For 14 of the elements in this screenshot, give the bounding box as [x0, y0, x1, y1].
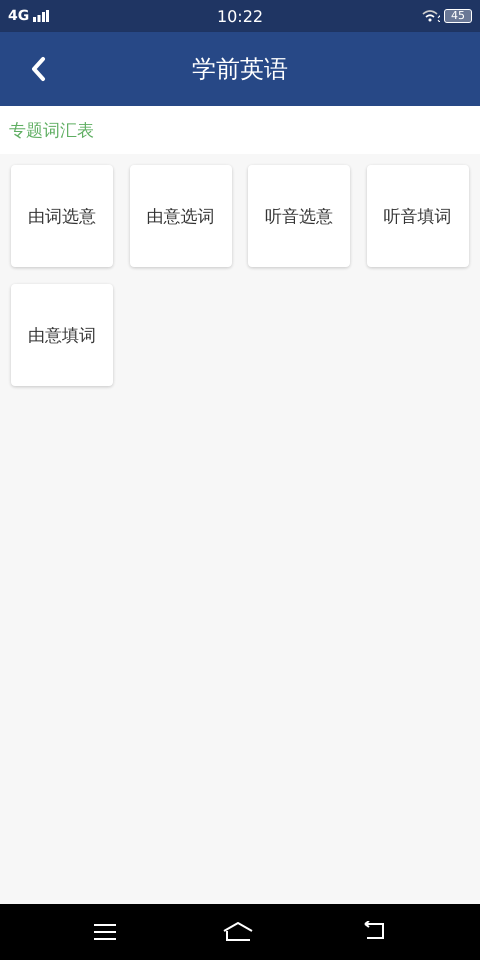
home-icon[interactable]: [222, 922, 254, 942]
practice-card[interactable]: 由意填词: [11, 284, 113, 386]
practice-card[interactable]: 听音选意: [248, 165, 350, 267]
network-label: 4G: [8, 8, 30, 24]
wifi-icon: [422, 10, 440, 22]
menu-icon[interactable]: [92, 923, 117, 941]
practice-card[interactable]: 由意选词: [130, 165, 232, 267]
clock-time: 10:22: [216, 6, 264, 26]
section-title: 专题词汇表: [9, 120, 94, 142]
practice-card[interactable]: 听音填词: [366, 165, 468, 267]
practice-card[interactable]: 由词选意: [11, 165, 113, 267]
battery-indicator: 45: [444, 9, 472, 23]
page-title: 学前英语: [192, 54, 288, 85]
signal-icon: [33, 10, 50, 22]
